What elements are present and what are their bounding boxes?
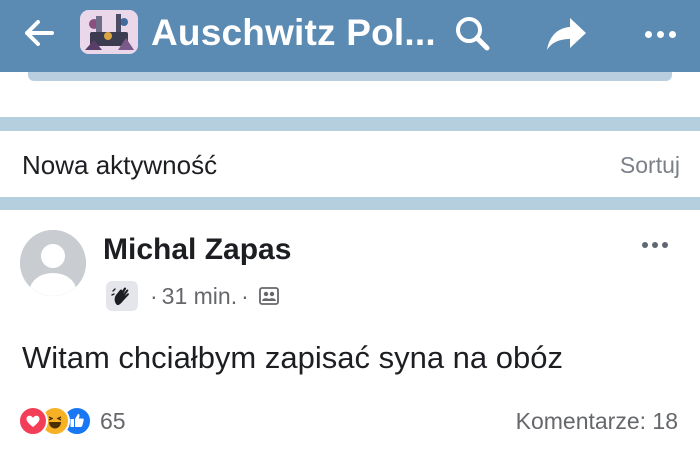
header-divider [28,72,672,81]
more-horizontal-icon-dot [644,30,652,38]
comments-count-link[interactable]: Komentarze: 18 [516,408,678,435]
sort-button[interactable]: Sortuj [620,152,680,179]
avatar[interactable] [20,230,86,296]
search-button[interactable] [452,13,494,53]
group-members-icon [258,287,279,305]
section-divider [0,117,700,131]
more-horizontal-icon-dot [656,30,664,38]
post-text: Witam chciałbym zapisać syna na obóz [22,340,564,375]
meta-separator: · [150,282,158,309]
meta-separator: · [241,282,249,309]
back-button[interactable] [22,16,56,50]
default-avatar-icon [20,230,86,296]
more-options-button[interactable] [636,14,684,54]
member-badge[interactable] [106,281,138,311]
group-title[interactable]: Auschwitz Pol... [151,12,436,54]
love-reaction-icon [18,406,48,436]
waving-hand-icon [111,287,129,306]
arrow-left-icon [25,20,54,46]
share-icon [547,18,586,50]
more-horizontal-icon-dot [662,242,668,248]
post-time[interactable]: 31 min. [162,283,237,310]
share-button[interactable] [542,14,590,54]
reaction-count: 65 [100,407,126,434]
more-horizontal-icon-dot [652,242,658,248]
group-cover-thumbnail[interactable] [80,10,138,54]
search-icon [456,17,490,51]
post-meta: · 31 min. · [106,281,279,311]
group-cover-image [80,10,138,54]
post-author[interactable]: Michal Zapas [103,233,291,267]
more-horizontal-icon-dot [668,30,676,38]
top-app-bar: Auschwitz Pol... [0,0,700,72]
reactions-summary[interactable]: 65 [18,406,126,436]
post-divider [0,197,700,210]
post-options-button[interactable] [630,234,680,256]
section-title: Nowa aktywność [22,150,218,180]
more-horizontal-icon-dot [642,242,648,248]
